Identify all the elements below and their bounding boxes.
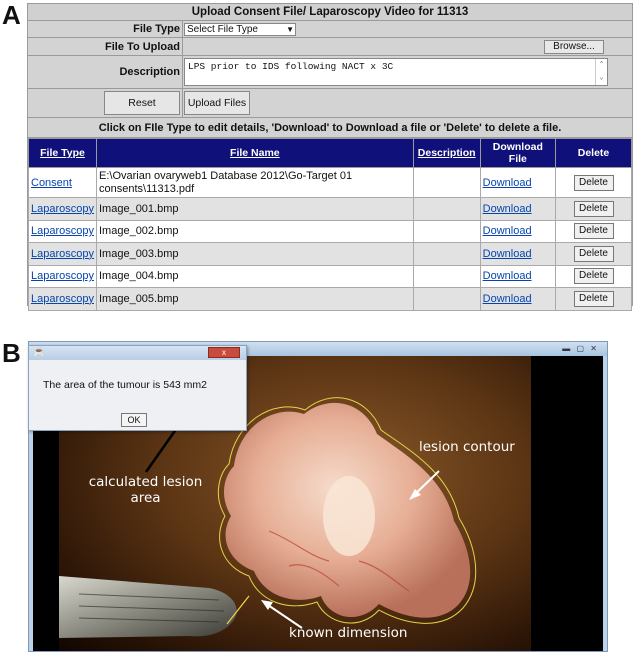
download-link[interactable]: Download: [483, 225, 532, 237]
table-row: Laparoscopy Image_001.bmp Download Delet…: [28, 197, 632, 221]
reset-button[interactable]: Reset: [104, 91, 180, 115]
upload-form-title: Upload Consent File/ Laparoscopy Video f…: [28, 4, 632, 21]
delete-button[interactable]: Delete: [573, 174, 614, 191]
file-name-cell: Image_002.bmp: [96, 219, 414, 243]
browse-button[interactable]: Browse...: [544, 40, 604, 54]
file-type-link[interactable]: Laparoscopy: [31, 203, 94, 215]
header-download-file: Download File: [479, 138, 557, 168]
description-cell: [412, 264, 481, 288]
close-button[interactable]: x: [208, 347, 240, 358]
table-row: Laparoscopy Image_003.bmp Download Delet…: [28, 242, 632, 266]
download-link[interactable]: Download: [483, 248, 532, 260]
description-textarea[interactable]: LPS prior to IDS following NACT x 3C ⌃ ⌄: [184, 58, 608, 86]
file-type-link[interactable]: Laparoscopy: [31, 248, 94, 260]
calculated-area-line2: area: [130, 490, 161, 506]
tumour-highlight: [323, 476, 375, 556]
file-upload-cell: Browse...: [182, 38, 632, 55]
description-text: LPS prior to IDS following NACT x 3C: [188, 61, 394, 72]
header-file-type[interactable]: File Type: [28, 138, 97, 168]
file-name-cell: Image_005.bmp: [96, 287, 414, 311]
table-row: Consent E:\Ovarian ovaryweb1 Database 20…: [28, 167, 632, 198]
header-file-name[interactable]: File Name: [96, 138, 414, 168]
file-type-link[interactable]: Consent: [31, 177, 72, 189]
download-link[interactable]: Download: [483, 270, 532, 282]
file-type-select[interactable]: Select File Type ▼: [184, 23, 296, 36]
lesion-contour-label: lesion contour: [419, 439, 515, 455]
delete-button[interactable]: Delete: [573, 223, 614, 240]
surgical-instrument: [59, 576, 237, 638]
description-cell: [412, 167, 481, 198]
table-row: Laparoscopy Image_005.bmp Download Delet…: [28, 287, 632, 311]
file-type-link[interactable]: Laparoscopy: [31, 225, 94, 237]
upload-panel: Upload Consent File/ Laparoscopy Video f…: [27, 3, 633, 311]
file-type-row: File Type Select File Type ▼: [28, 21, 632, 38]
description-cell: [412, 242, 481, 266]
area-result-message: The area of the tumour is 543 mm2: [43, 379, 207, 391]
calculated-area-label: calculated lesion area: [73, 474, 218, 506]
file-name-cell: Image_001.bmp: [96, 197, 414, 221]
table-row: Laparoscopy Image_002.bmp Download Delet…: [28, 219, 632, 243]
header-download-line1: Download: [492, 141, 543, 153]
delete-button[interactable]: Delete: [573, 290, 614, 307]
file-name-cell: Image_004.bmp: [96, 264, 414, 288]
header-description[interactable]: Description: [412, 138, 481, 168]
table-instructions: Click on FIle Type to edit details, 'Dow…: [28, 118, 632, 138]
description-cell: [412, 287, 481, 311]
description-cell: [412, 197, 481, 221]
file-upload-row: File To Upload Browse...: [28, 38, 632, 56]
download-link[interactable]: Download: [483, 293, 532, 305]
window-controls-icon[interactable]: ▬ ▢ ✕: [562, 344, 599, 353]
panel-label-b: B: [2, 338, 21, 368]
file-type-link[interactable]: Laparoscopy: [31, 270, 94, 282]
panel-label-a: A: [2, 0, 21, 30]
table-header-row: File Type File Name Description Download…: [28, 138, 632, 168]
description-row: Description LPS prior to IDS following N…: [28, 56, 632, 89]
download-link[interactable]: Download: [483, 177, 532, 189]
description-label: Description: [119, 66, 180, 78]
file-type-label: File Type: [133, 23, 180, 35]
download-link[interactable]: Download: [483, 203, 532, 215]
description-cell: [412, 219, 481, 243]
known-dimension-label: known dimension: [289, 625, 408, 641]
header-download-line2: File: [508, 153, 527, 165]
calculated-area-line1: calculated lesion: [88, 474, 203, 490]
buttons-row: Upload Files Reset: [28, 89, 632, 118]
arrow-head-icon: [261, 600, 273, 610]
header-delete: Delete: [555, 138, 632, 168]
java-icon: ☕: [33, 347, 46, 358]
delete-button[interactable]: Delete: [573, 268, 614, 285]
file-type-cell: Select File Type ▼: [182, 21, 632, 37]
file-name-cell: E:\Ovarian ovaryweb1 Database 2012\Go-Ta…: [96, 167, 414, 198]
area-result-dialog: ☕ x The area of the tumour is 543 mm2 OK: [28, 345, 247, 431]
textarea-scrollbar[interactable]: ⌃ ⌄: [595, 59, 607, 85]
file-to-upload-label: File To Upload: [105, 41, 180, 53]
chevron-down-icon: ▼: [286, 25, 294, 34]
delete-button[interactable]: Delete: [573, 245, 614, 262]
file-name-cell: Image_003.bmp: [96, 242, 414, 266]
delete-button[interactable]: Delete: [573, 200, 614, 217]
description-cell: LPS prior to IDS following NACT x 3C ⌃ ⌄: [182, 56, 632, 88]
upload-files-button[interactable]: Upload Files: [184, 91, 250, 115]
files-table: File Type File Name Description Download…: [28, 138, 632, 311]
ok-button[interactable]: OK: [121, 413, 147, 427]
table-row: Laparoscopy Image_004.bmp Download Delet…: [28, 264, 632, 288]
upload-button-cell: Upload Files: [182, 89, 632, 117]
file-type-select-value: Select File Type: [187, 24, 258, 35]
file-type-link[interactable]: Laparoscopy: [31, 293, 94, 305]
dialog-titlebar: ☕ x: [29, 346, 246, 360]
